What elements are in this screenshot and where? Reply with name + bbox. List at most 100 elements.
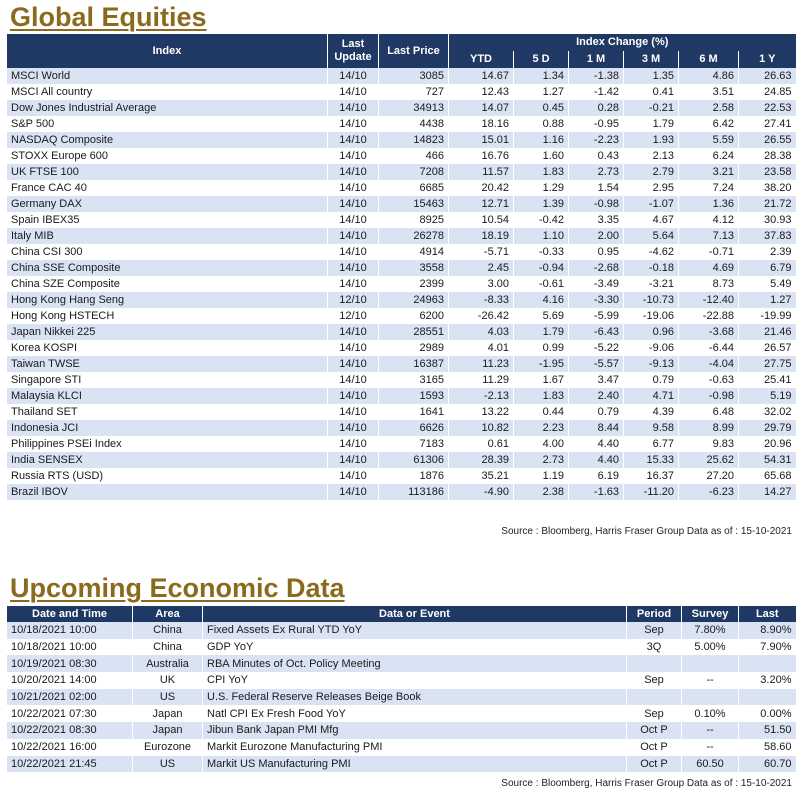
cell-5d: -0.42 [513, 212, 569, 228]
cell-ytd: 15.01 [448, 132, 514, 148]
cell-5d: 1.79 [513, 324, 569, 340]
cell-6m: 2.58 [678, 100, 739, 116]
cell-5d: 0.45 [513, 100, 569, 116]
cell-last-update: 14/10 [327, 228, 379, 244]
cell-index-name: Hong Kong Hang Seng [6, 292, 328, 308]
cell-survey: -- [681, 722, 739, 739]
cell-last-update: 14/10 [327, 180, 379, 196]
table-row: 10/21/2021 02:00 US U.S. Federal Reserve R… [6, 688, 796, 706]
cell-event: CPI YoY [202, 672, 627, 689]
cell-6m: 3.21 [678, 164, 739, 180]
header-index-change: Index Change (%) [447, 34, 796, 51]
cell-index-name: Brazil IBOV [6, 484, 328, 500]
cell-last-update: 14/10 [327, 324, 379, 340]
cell-index-name: Germany DAX [6, 196, 328, 212]
cell-area: US [132, 688, 203, 706]
table-row: China SZE Composite 14/10 2399 3.00 -0.61 -3.… [6, 276, 796, 292]
cell-event: RBA Minutes of Oct. Policy Meeting [202, 655, 627, 673]
cell-6m: 4.12 [678, 212, 739, 228]
cell-index-name: Japan Nikkei 225 [6, 324, 328, 340]
cell-3m: -1.07 [623, 196, 679, 212]
cell-period: Oct P [626, 738, 682, 756]
header-1m: 1 M [568, 51, 624, 68]
cell-last-update: 14/10 [327, 356, 379, 372]
cell-3m: 15.33 [623, 452, 679, 468]
cell-index-name: MSCI World [6, 68, 328, 84]
cell-period: Oct P [626, 722, 682, 739]
cell-5d: 0.88 [513, 116, 569, 132]
table-row: Taiwan TWSE 14/10 16387 11.23 -1.95 -5.57 -9.1… [6, 356, 796, 372]
cell-6m: 5.59 [678, 132, 739, 148]
cell-last-update: 14/10 [327, 388, 379, 404]
table-row: Philippines PSEi Index 14/10 7183 0.61 4.00 4… [6, 436, 796, 452]
cell-3m: 0.79 [623, 372, 679, 388]
table-row: Hong Kong Hang Seng 12/10 24963 -8.33 4.16 -3… [6, 292, 796, 308]
cell-last-price: 24963 [378, 292, 449, 308]
cell-index-name: Singapore STI [6, 372, 328, 388]
cell-area: China [132, 622, 203, 639]
table-row: China SSE Composite 14/10 3558 2.45 -0.94 -2.… [6, 260, 796, 276]
cell-area: Australia [132, 655, 203, 673]
cell-3m: 2.95 [623, 180, 679, 196]
table-row: 10/18/2021 10:00 China GDP YoY 3Q 5.00% 7.90% [6, 638, 796, 656]
table-row: Thailand SET 14/10 1641 13.22 0.44 0.79 4.39 6.… [6, 404, 796, 420]
table-row: S&P 500 14/10 4438 18.16 0.88 -0.95 1.79 6.42 27… [6, 116, 796, 132]
cell-index-name: France CAC 40 [6, 180, 328, 196]
cell-last-update: 12/10 [327, 292, 379, 308]
cell-last-update: 14/10 [327, 244, 379, 260]
cell-1y: 25.41 [737, 372, 796, 388]
cell-last-price: 16387 [378, 356, 449, 372]
cell-6m: 4.86 [678, 68, 739, 84]
cell-survey: -- [681, 738, 739, 756]
cell-1y: 65.68 [737, 468, 796, 484]
header-survey: Survey [681, 606, 739, 622]
cell-last [738, 688, 796, 706]
cell-last-update: 14/10 [327, 84, 379, 100]
cell-3m: 1.35 [623, 68, 679, 84]
table-row: Brazil IBOV 14/10 113186 -4.90 2.38 -1.63 -11.… [6, 484, 796, 500]
cell-last-update: 14/10 [327, 116, 379, 132]
cell-1y: 38.20 [737, 180, 796, 196]
cell-ytd: 10.82 [448, 420, 514, 436]
cell-last: 58.60 [738, 738, 796, 756]
cell-6m: 8.73 [678, 276, 739, 292]
cell-1m: -1.63 [568, 484, 624, 500]
cell-ytd: 3.00 [448, 276, 514, 292]
cell-6m: 4.69 [678, 260, 739, 276]
cell-1y: 22.53 [737, 100, 796, 116]
cell-last: 60.70 [738, 755, 796, 773]
cell-last-price: 3558 [378, 260, 449, 276]
table-row: MSCI World 14/10 3085 14.67 1.34 -1.38 1.35 4.8… [6, 68, 796, 84]
cell-6m: -0.98 [678, 388, 739, 404]
cell-last-price: 4914 [378, 244, 449, 260]
cell-ytd: 18.19 [448, 228, 514, 244]
table-row: China CSI 300 14/10 4914 -5.71 -0.33 0.95 -4.6… [6, 244, 796, 260]
economic-data-title: Upcoming Economic Data [10, 573, 345, 603]
cell-last-price: 15463 [378, 196, 449, 212]
cell-3m: 4.39 [623, 404, 679, 420]
cell-date-time: 10/22/2021 07:30 [6, 705, 133, 723]
cell-1m: 4.40 [568, 452, 624, 468]
cell-last-price: 2399 [378, 276, 449, 292]
cell-date-time: 10/22/2021 16:00 [6, 738, 133, 756]
cell-index-name: China CSI 300 [6, 244, 328, 260]
cell-last-price: 1593 [378, 388, 449, 404]
table-row: France CAC 40 14/10 6685 20.42 1.29 1.54 2.95 7… [6, 180, 796, 196]
cell-1m: 8.44 [568, 420, 624, 436]
cell-6m: -22.88 [678, 308, 739, 324]
cell-1m: 4.40 [568, 436, 624, 452]
cell-ytd: 10.54 [448, 212, 514, 228]
cell-last-update: 14/10 [327, 436, 379, 452]
cell-1y: 21.46 [737, 324, 796, 340]
cell-index-name: Russia RTS (USD) [6, 468, 328, 484]
cell-3m: -10.73 [623, 292, 679, 308]
cell-date-time: 10/22/2021 21:45 [6, 755, 133, 773]
cell-6m: 25.62 [678, 452, 739, 468]
cell-last-price: 4438 [378, 116, 449, 132]
cell-survey: 0.10% [681, 705, 739, 723]
cell-area: UK [132, 672, 203, 689]
global-equities-table: Index Last Update Last Price Index Chang… [6, 34, 796, 500]
cell-area: Japan [132, 705, 203, 723]
header-ytd: YTD [448, 51, 514, 68]
cell-survey: 7.80% [681, 622, 739, 639]
